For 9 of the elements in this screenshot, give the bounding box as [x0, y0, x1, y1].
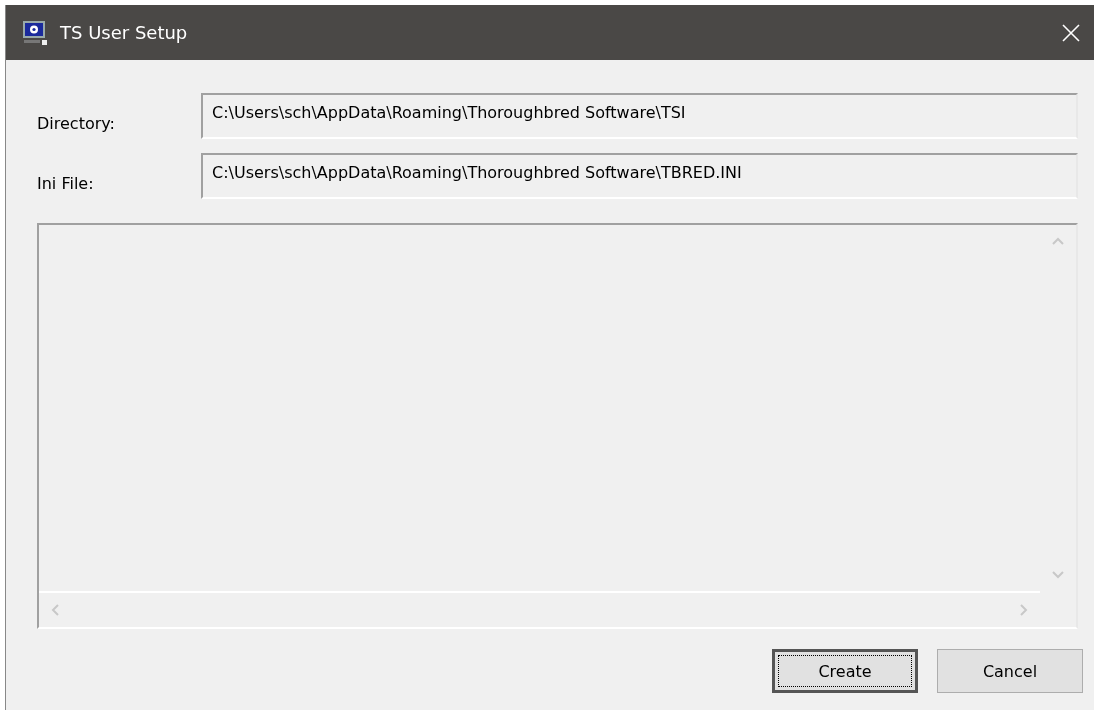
window-title: TS User Setup	[60, 22, 189, 43]
cancel-button[interactable]: Cancel	[937, 649, 1083, 693]
create-button[interactable]: Create	[772, 649, 918, 693]
field-label: Ini File:	[37, 172, 95, 193]
close-icon[interactable]	[1062, 23, 1080, 42]
path-field[interactable]: C:\Users\sch\AppData\Roaming\Thoroughbred Software\TBRED.INI	[201, 153, 1078, 199]
app-icon	[22, 19, 48, 46]
path-field[interactable]: C:\Users\sch\AppData\Roaming\Thoroughbred Software\TSI	[201, 93, 1078, 139]
field-label: Directory:	[37, 112, 116, 133]
